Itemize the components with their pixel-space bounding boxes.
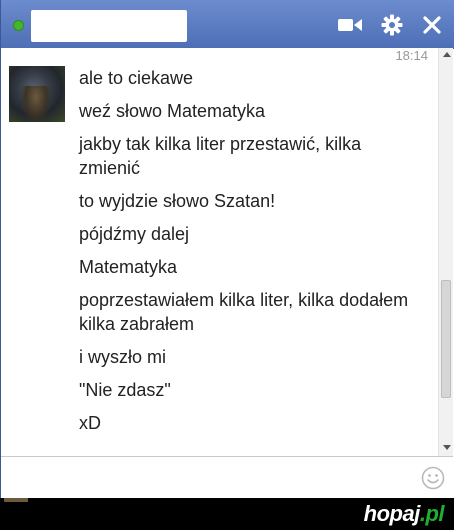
- avatar[interactable]: [9, 66, 65, 122]
- message-text: i wyszło mi: [79, 347, 167, 367]
- message-input[interactable]: [7, 463, 411, 493]
- brand-name: hopaj: [363, 501, 421, 526]
- scroll-down-arrow-icon[interactable]: [443, 445, 451, 450]
- message-text: xD: [79, 413, 101, 433]
- brand-logo: hopaj.pl: [363, 501, 445, 527]
- watermark-bar: hopaj.pl: [0, 498, 454, 530]
- redacted-contact-name: [31, 10, 187, 42]
- emoji-icon[interactable]: [421, 466, 445, 490]
- chat-titlebar[interactable]: [1, 0, 454, 49]
- thumbnail-strip: [4, 498, 28, 502]
- message-text: ale to ciekawe: [79, 68, 194, 88]
- message-text: Matematyka: [79, 257, 178, 277]
- scroll-thumb[interactable]: [441, 280, 451, 398]
- online-status-icon: [13, 20, 24, 31]
- compose-area: [1, 456, 453, 498]
- message-text: to wyjdzie słowo Szatan!: [79, 191, 276, 211]
- message-text: poprzestawiałem kilka liter, kilka dodał…: [79, 290, 409, 334]
- gear-icon[interactable]: [379, 12, 405, 38]
- chat-window: 18:14 ale to ciekawe weź słowo Matematyk…: [0, 0, 454, 498]
- video-call-icon[interactable]: [337, 12, 363, 38]
- close-icon[interactable]: [419, 12, 445, 38]
- message-history[interactable]: 18:14 ale to ciekawe weź słowo Matematyk…: [1, 48, 438, 456]
- vertical-scrollbar[interactable]: [438, 48, 453, 456]
- message-text: jakby tak kilka liter przestawić, kilka …: [79, 134, 362, 178]
- message-text: pójdźmy dalej: [79, 224, 190, 244]
- message-list: ale to ciekawe weź słowo Matematyka jakb…: [79, 66, 419, 444]
- scroll-up-arrow-icon[interactable]: [443, 52, 451, 57]
- brand-tld: .pl: [419, 501, 445, 526]
- message-text: "Nie zdasz": [79, 380, 171, 400]
- message-timestamp: 18:14: [395, 48, 428, 63]
- message-text: weź słowo Matematyka: [79, 101, 266, 121]
